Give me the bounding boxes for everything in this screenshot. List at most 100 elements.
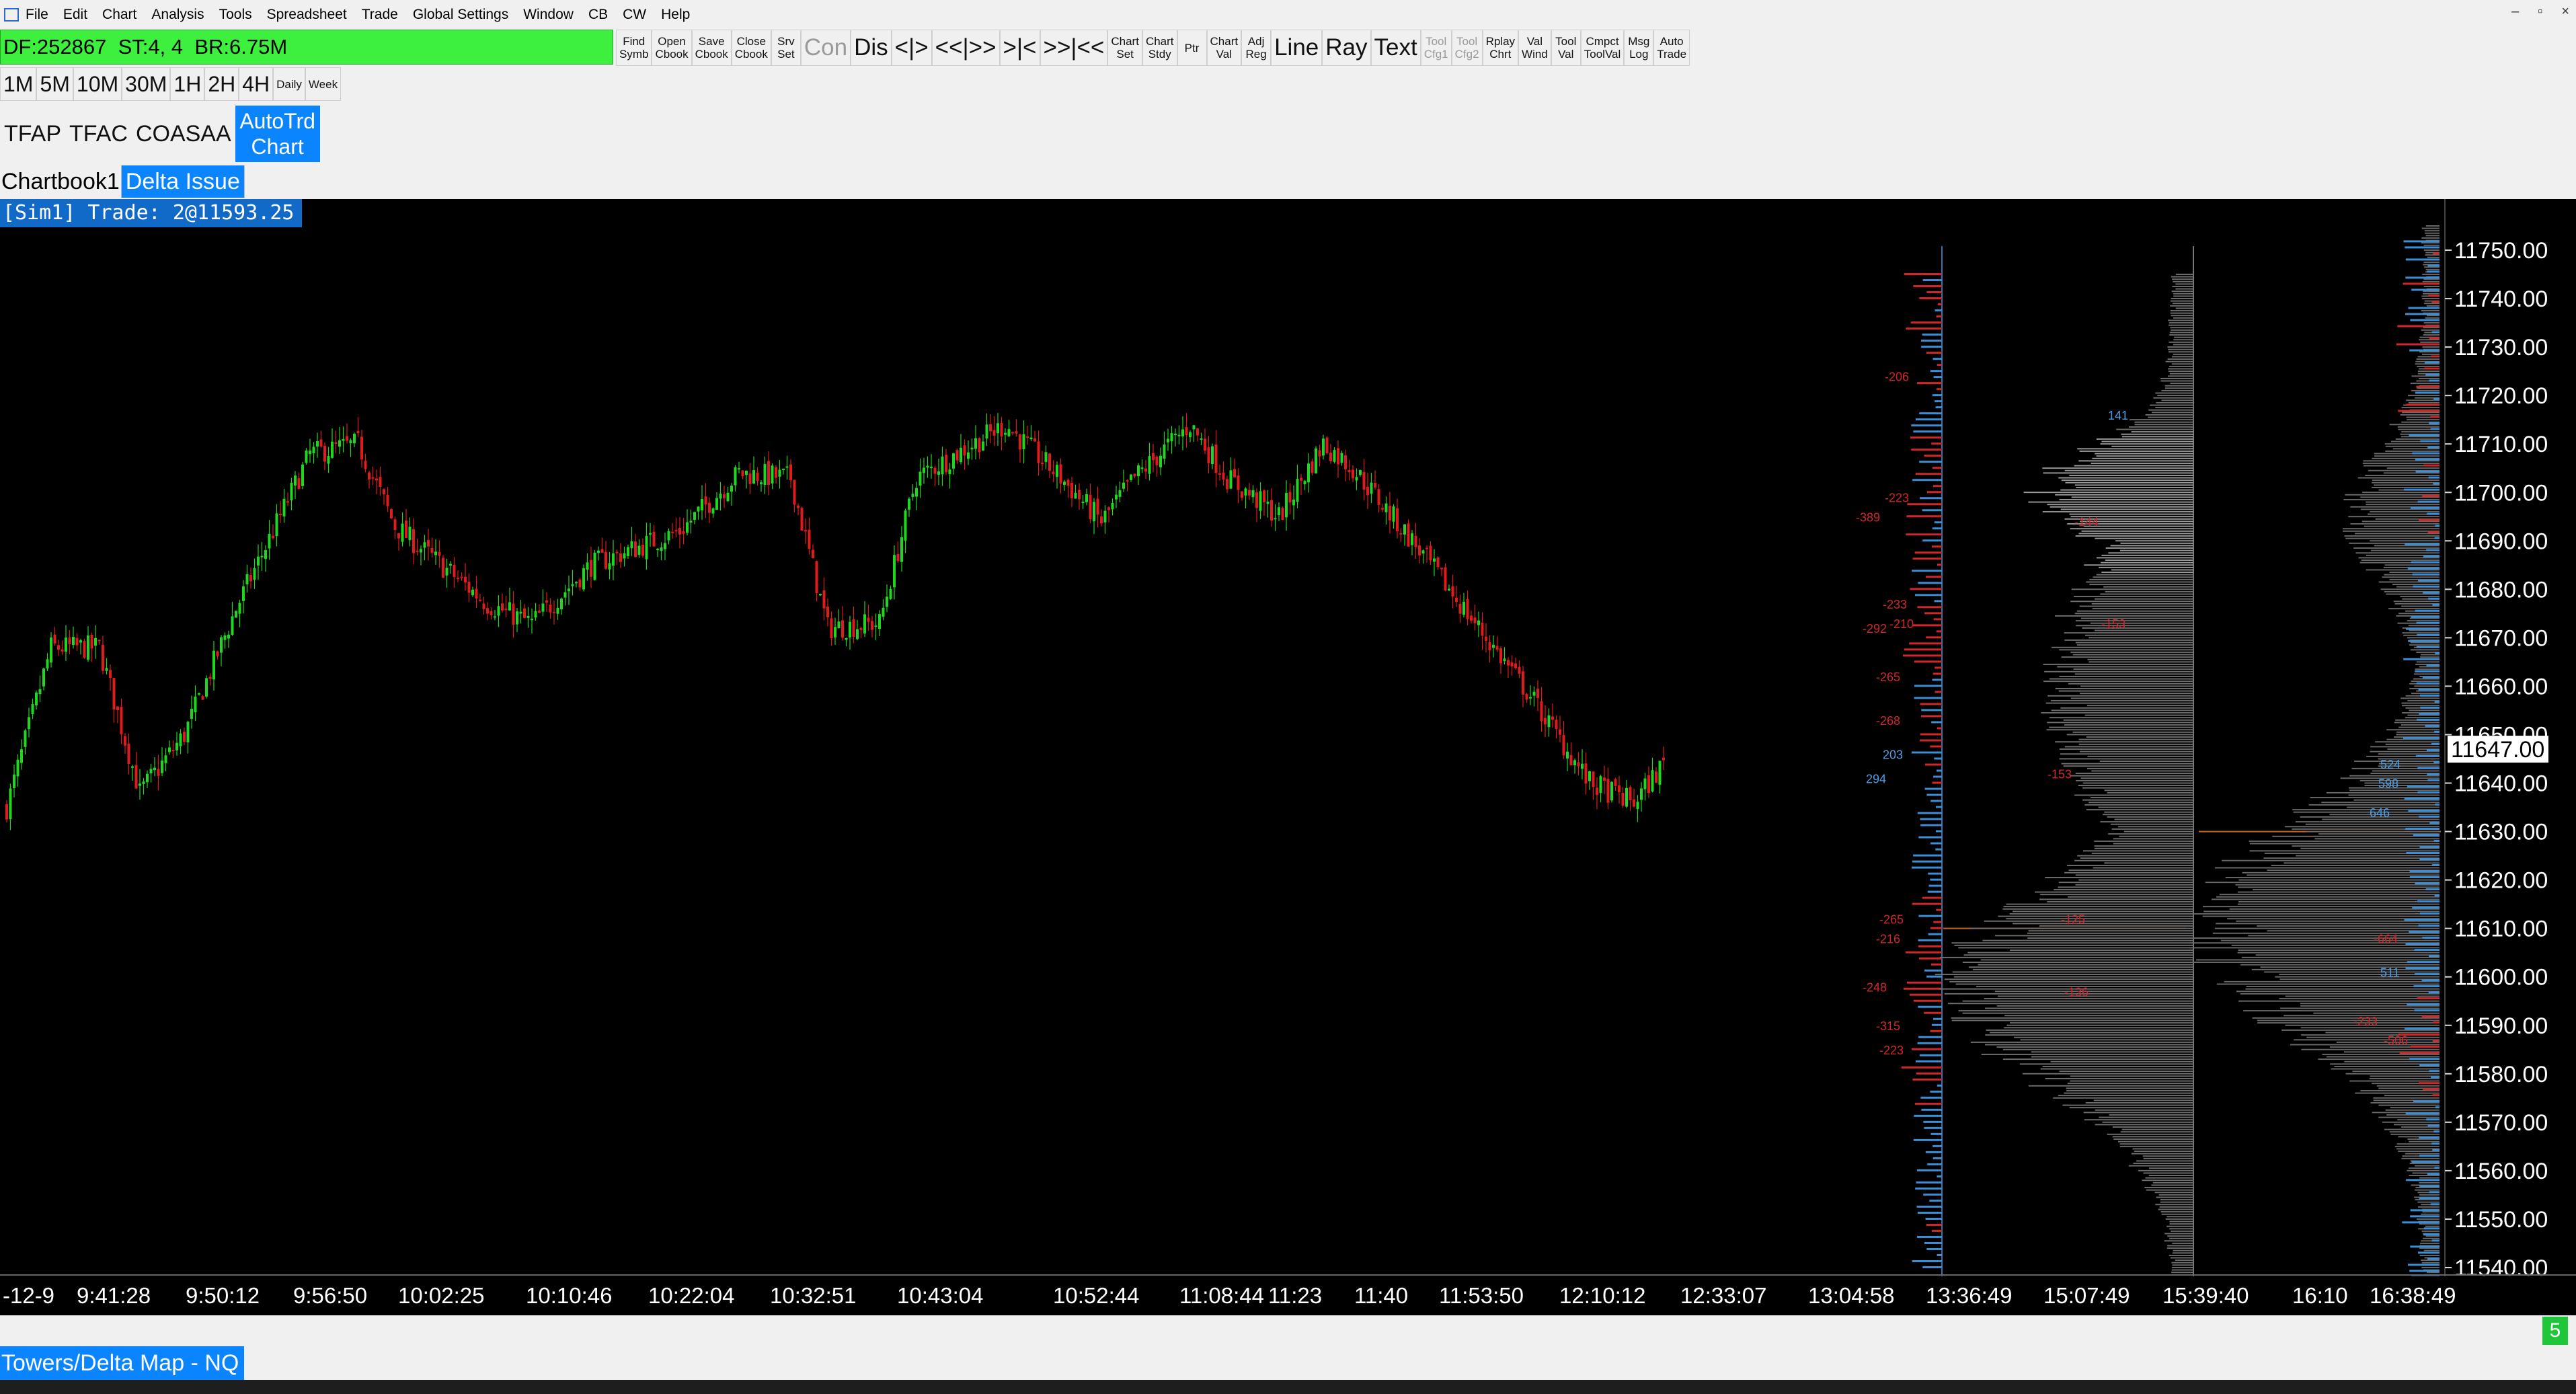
volume-profile-bar xyxy=(2069,513,2193,515)
menu-chart[interactable]: Chart xyxy=(102,7,136,23)
close-icon[interactable]: × xyxy=(2561,4,2569,20)
menu-spreadsheet[interactable]: Spreadsheet xyxy=(267,7,347,23)
template-tfac-button[interactable]: TFAC xyxy=(65,112,132,156)
volume-profile-bar xyxy=(2248,935,2440,937)
toolbar-rplay-chrt-button[interactable]: Rplay Chrt xyxy=(1482,30,1519,66)
toolbar-auto-trade-button[interactable]: Auto Trade xyxy=(1653,30,1690,66)
toolbar-chart-stdy-button[interactable]: Chart Stdy xyxy=(1142,30,1177,66)
delta-ladder-bar xyxy=(1910,588,1942,590)
menu-window[interactable]: Window xyxy=(523,7,574,23)
menu-analysis[interactable]: Analysis xyxy=(151,7,204,23)
menu-edit[interactable]: Edit xyxy=(63,7,87,23)
toolbar-line-button[interactable]: Line xyxy=(1271,30,1323,66)
toolbar-find-symb-button[interactable]: Find Symb xyxy=(616,30,652,66)
candle-body xyxy=(1625,787,1628,807)
toolbar-tool-cfg1-button[interactable]: Tool Cfg1 xyxy=(1420,30,1452,66)
menu-file[interactable]: File xyxy=(26,7,48,23)
delta-map-bar xyxy=(2415,670,2440,672)
volume-profile-bar xyxy=(2148,416,2193,418)
timeframe-4h-button[interactable]: 4H xyxy=(239,67,274,101)
chartbook-tab-delta-issue[interactable]: Delta Issue xyxy=(121,165,245,198)
candle-body xyxy=(238,603,241,614)
toolbar-close-cbook-button[interactable]: Close Cbook xyxy=(731,30,771,66)
volume-profile-bar xyxy=(2171,356,2193,358)
toolbar-ptr-button[interactable]: Ptr xyxy=(1177,30,1207,66)
toolbar-msg-log-button[interactable]: Msg Log xyxy=(1624,30,1654,66)
volume-profile-bar xyxy=(1958,947,2193,949)
toolbar-con-button[interactable]: Con xyxy=(800,30,851,66)
timeframe-1m-button[interactable]: 1M xyxy=(0,67,37,101)
toolbar-shift-far-right-button[interactable]: >>|<< xyxy=(1040,30,1108,66)
timeframe-1h-button[interactable]: 1H xyxy=(170,67,205,101)
toolbar-tool-cfg2-button[interactable]: Tool Cfg2 xyxy=(1451,30,1483,66)
volume-profile-bar xyxy=(2002,1058,2193,1060)
toolbar-open-cbook-button[interactable]: Open Cbook xyxy=(652,30,692,66)
delta-map-bar xyxy=(2429,821,2440,824)
toolbar-shift-far-button[interactable]: <<|>> xyxy=(931,30,1000,66)
menu-cw[interactable]: CW xyxy=(623,7,646,23)
candle-body xyxy=(1362,471,1366,490)
timeframe-5m-button[interactable]: 5M xyxy=(36,67,73,101)
menu-global-settings[interactable]: Global Settings xyxy=(413,7,508,23)
toolbar-text-button[interactable]: Text xyxy=(1370,30,1421,66)
chart-canvas[interactable]: -206-223-389-233-292 -210-268-265-223-315… xyxy=(0,199,2576,1315)
volume-profile-bar xyxy=(2422,346,2440,348)
timeframe-2h-button[interactable]: 2H xyxy=(204,67,239,101)
volume-profile-bar xyxy=(2407,1138,2440,1140)
candle-body xyxy=(1429,545,1432,561)
volume-profile-bar xyxy=(2374,484,2440,486)
template-autotrd-chart-button[interactable]: AutoTrd Chart xyxy=(235,106,320,162)
candle-body xyxy=(212,650,215,680)
volume-profile-bar xyxy=(2237,891,2440,893)
candle-body xyxy=(1089,494,1092,520)
toolbar-tool-val-button[interactable]: Tool Val xyxy=(1551,30,1581,66)
candle-body xyxy=(1466,599,1469,619)
volume-profile-bar xyxy=(2171,329,2193,331)
candle-body xyxy=(1636,802,1639,809)
timeframe-10m-button[interactable]: 10M xyxy=(73,67,122,101)
toolbar-chart-set-button[interactable]: Chart Set xyxy=(1107,30,1142,66)
toolbar-dis-button[interactable]: Dis xyxy=(851,30,892,66)
timeframe-daily-button[interactable]: Daily xyxy=(273,67,305,101)
candle-body xyxy=(1214,444,1218,473)
toolbar-chart-val-button[interactable]: Chart Val xyxy=(1206,30,1242,66)
restore-icon[interactable]: ▫ xyxy=(2538,4,2542,20)
volume-profile-bar xyxy=(2171,291,2193,293)
chart-area[interactable]: -206 -223 -389 -233 -292 -210 -268 -265 -223 -315… xyxy=(0,199,2576,1315)
chart-status-tab[interactable]: Towers/Delta Map - NQ xyxy=(0,1346,245,1380)
toolbar-ray-button[interactable]: Ray xyxy=(1322,30,1371,66)
candle-body xyxy=(301,464,304,486)
volume-profile-bar xyxy=(2074,794,2193,796)
timeframe-30m-button[interactable]: 30M xyxy=(122,67,171,101)
delta-map-bar xyxy=(2405,1112,2440,1115)
volume-profile-bar xyxy=(2095,1124,2193,1126)
template-coasaa-button[interactable]: COASAA xyxy=(131,112,235,156)
delta-map-bar xyxy=(2408,640,2440,642)
menu-tools[interactable]: Tools xyxy=(219,7,252,23)
toolbar-adj-reg-button[interactable]: Adj Reg xyxy=(1241,30,1272,66)
candle-body xyxy=(1200,438,1203,440)
toolbar-cmpct-toolval-button[interactable]: Cmpct ToolVal xyxy=(1580,30,1625,66)
toolbar-srv-set-button[interactable]: Srv Set xyxy=(771,30,801,66)
delta-map-bar xyxy=(2426,664,2440,666)
candle-body xyxy=(745,471,748,475)
minimize-icon[interactable]: – xyxy=(2511,4,2519,20)
toolbar-shift-left-button[interactable]: <|> xyxy=(891,30,932,66)
toolbar-save-cbook-button[interactable]: Save Cbook xyxy=(691,30,732,66)
volume-profile-bar xyxy=(2421,242,2440,244)
delta-ladder-bar xyxy=(1922,279,1942,282)
toolbar-val-wind-button[interactable]: Val Wind xyxy=(1518,30,1551,66)
volume-profile-bar xyxy=(2421,310,2440,311)
menu-help[interactable]: Help xyxy=(661,7,690,23)
timeframe-week-button[interactable]: Week xyxy=(305,67,342,101)
delta-map-bar xyxy=(2411,561,2440,564)
template-tfap-button[interactable]: TFAP xyxy=(0,112,66,156)
toolbar-shift-right-button[interactable]: >|< xyxy=(999,30,1040,66)
menu-trade[interactable]: Trade xyxy=(362,7,398,23)
volume-profile-bar xyxy=(2078,460,2193,462)
chart-count-badge[interactable]: 5 xyxy=(2542,1317,2568,1345)
delta-ladder-bar xyxy=(1904,987,1942,990)
chartbook-tab-chartbook1[interactable]: Chartbook1 xyxy=(0,165,122,198)
candle-body xyxy=(933,467,937,474)
menu-cb[interactable]: CB xyxy=(588,7,608,23)
